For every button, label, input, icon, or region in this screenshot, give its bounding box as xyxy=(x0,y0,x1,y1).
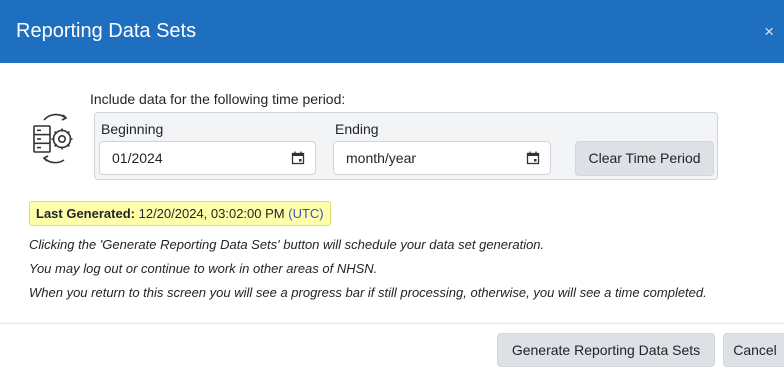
beginning-label: Beginning xyxy=(101,121,164,137)
dialog-title: Reporting Data Sets xyxy=(16,20,197,42)
clear-time-period-button[interactable]: Clear Time Period xyxy=(575,141,714,176)
footer-divider xyxy=(0,323,784,324)
ending-date-input[interactable]: month/year xyxy=(333,141,551,175)
period-instruction: Include data for the following time peri… xyxy=(90,91,346,107)
timezone-label: (UTC) xyxy=(288,206,324,221)
beginning-date-input[interactable]: 01/2024 xyxy=(99,141,316,175)
ending-label: Ending xyxy=(335,121,379,137)
note-line-2: You may log out or continue to work in o… xyxy=(29,261,378,276)
close-button[interactable]: × xyxy=(764,0,774,63)
beginning-date-value: 01/2024 xyxy=(112,150,163,166)
last-generated-value: 12/20/2024, 03:02:00 PM xyxy=(138,206,285,221)
note-line-1: Clicking the 'Generate Reporting Data Se… xyxy=(29,237,545,252)
dialog-header: Reporting Data Sets × xyxy=(0,0,784,63)
calendar-icon[interactable] xyxy=(516,142,550,174)
note-line-3: When you return to this screen you will … xyxy=(29,285,707,300)
calendar-icon[interactable] xyxy=(281,142,315,174)
ending-date-placeholder: month/year xyxy=(346,150,417,166)
last-generated-badge: Last Generated: 12/20/2024, 03:02:00 PM … xyxy=(29,201,331,226)
server-gear-icon xyxy=(28,112,84,164)
last-generated-label: Last Generated: xyxy=(36,206,135,221)
